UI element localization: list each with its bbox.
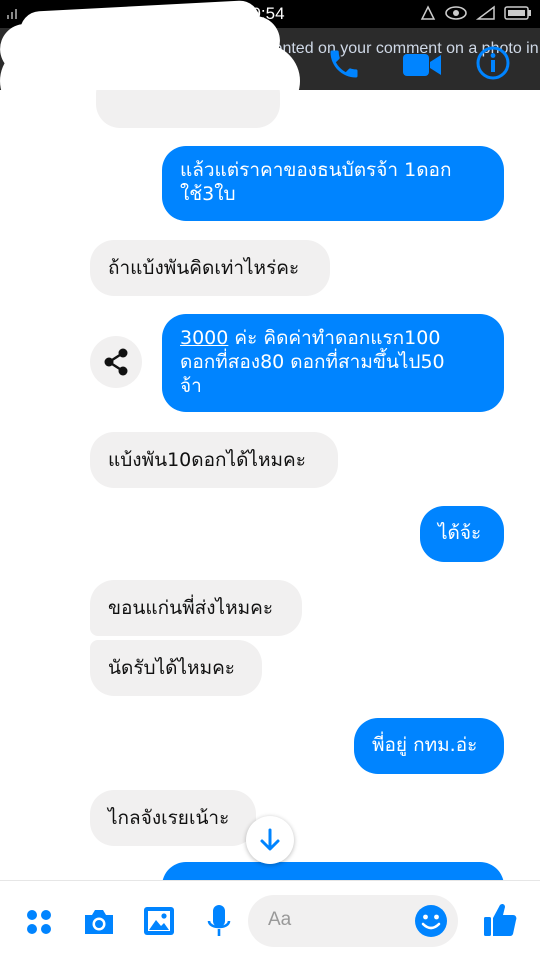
emoji-icon[interactable]	[414, 904, 448, 938]
share-button[interactable]	[90, 336, 142, 388]
gallery-icon[interactable]	[142, 905, 176, 937]
message-list[interactable]: แล้วแต่ราคาของธนบัตรจ้า 1ดอก ใช้3ใบ ถ้าแ…	[0, 90, 540, 880]
signal-x-icon	[476, 5, 495, 20]
message-incoming[interactable]: ขอนแก่นพี่ส่งไหมคะ	[90, 580, 302, 636]
video-call-icon[interactable]	[402, 50, 442, 80]
message-input[interactable]: Aa	[248, 895, 458, 947]
message-incoming[interactable]: นัดรับได้ไหมคะ	[90, 640, 262, 696]
message-outgoing[interactable]: ได้จ้ะ	[420, 506, 504, 562]
message-outgoing[interactable]: พี่อยู่ กทม.อ่ะ	[354, 718, 504, 774]
message-text: แบ้งพัน10ดอกได้ไหมคะ	[108, 449, 306, 471]
microphone-icon[interactable]	[206, 903, 232, 939]
message-outgoing[interactable]: แล้วแต่ราคาของธนบัตรจ้า 1ดอก ใช้3ใบ	[162, 146, 504, 221]
message-text: ดอกที่สอง80 ดอกที่สามขึ้นไป50	[180, 351, 445, 373]
message-text: ไกลจังเรยเน้าะ	[108, 807, 230, 829]
message-text: ค่ะ คิดค่าทำดอกแรก100	[228, 327, 441, 349]
message-text: จ้า	[180, 375, 202, 397]
message-text: พี่อยู่ กทม.อ่ะ	[372, 734, 478, 756]
message-incoming[interactable]: ถ้าแบ้งพันคิดเท่าไหร่คะ	[90, 240, 330, 296]
message-outgoing[interactable]	[162, 862, 504, 880]
message-text: ใช้3ใบ	[180, 183, 236, 205]
message-outgoing[interactable]: 3000 ค่ะ คิดค่าทำดอกแรก100 ดอกที่สอง80 ด…	[162, 314, 504, 412]
message-incoming[interactable]: แบ้งพัน10ดอกได้ไหมคะ	[90, 432, 338, 488]
share-icon	[104, 348, 128, 376]
phone-icon[interactable]	[326, 46, 362, 82]
message-incoming[interactable]	[96, 90, 280, 128]
eye-icon	[445, 6, 467, 20]
message-text: นัดรับได้ไหมคะ	[108, 657, 236, 679]
camera-icon[interactable]	[82, 907, 116, 937]
message-composer: Aa	[0, 880, 540, 960]
scroll-to-bottom-button[interactable]	[246, 816, 294, 864]
signal-icon	[7, 9, 17, 19]
message-text: ถ้าแบ้งพันคิดเท่าไหร่คะ	[108, 257, 300, 279]
battery-icon	[504, 6, 531, 20]
message-text: ได้จ้ะ	[438, 522, 482, 544]
arrow-down-icon	[260, 828, 280, 851]
message-incoming[interactable]: ไกลจังเรยเน้าะ	[90, 790, 256, 846]
input-placeholder: Aa	[268, 909, 292, 930]
message-text: ขอนแก่นพี่ส่งไหมคะ	[108, 597, 274, 619]
message-link[interactable]: 3000	[180, 327, 228, 349]
like-icon[interactable]	[482, 901, 518, 939]
apps-icon[interactable]	[24, 907, 54, 937]
message-text: แล้วแต่ราคาของธนบัตรจ้า 1ดอก	[180, 159, 452, 181]
info-icon[interactable]	[476, 46, 510, 80]
alarm-icon	[420, 5, 436, 20]
